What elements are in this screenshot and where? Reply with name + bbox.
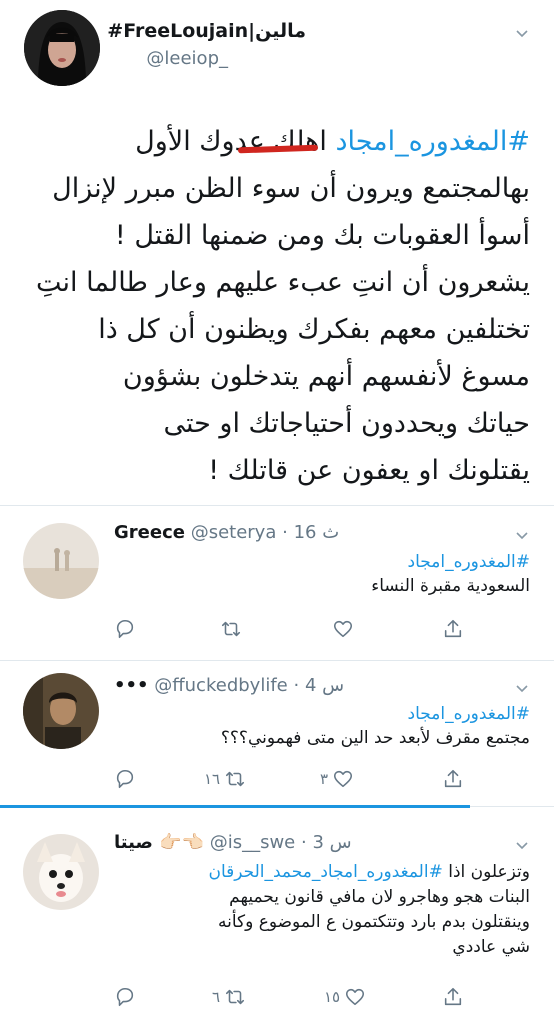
tweet-time[interactable]: 3 س	[312, 832, 351, 853]
like-count: ٣	[320, 770, 329, 788]
chevron-down-icon[interactable]	[516, 842, 528, 850]
avatar-image	[23, 673, 99, 749]
retweet-icon	[221, 621, 241, 637]
hashtag-link[interactable]: #المغدوره_امجاد	[408, 704, 530, 724]
tweet-line: يقتلونك او يعفون عن قاتلك !	[208, 455, 530, 486]
retweet-button[interactable]	[220, 618, 246, 640]
share-icon	[444, 987, 462, 1006]
share-icon	[444, 619, 462, 638]
like-button[interactable]: ١٥	[324, 986, 366, 1008]
reply-line: السعودية مقبرة النساء	[371, 576, 530, 596]
reply-line: شي عاددي	[452, 937, 530, 957]
reply-text: #المغدوره_امجاد السعودية مقبرة النساء	[130, 550, 530, 598]
share-button[interactable]	[442, 986, 464, 1008]
avatar-image	[24, 10, 100, 86]
author-display-name[interactable]: #FreeLoujain|مالين	[107, 20, 306, 42]
hashtag-link[interactable]: #المغدوره_امجاد_محمد_الحرقان	[208, 862, 442, 882]
author-handle[interactable]: @is__swe	[210, 832, 296, 853]
reply-header: ••• @ffuckedbylife · 4 س	[114, 675, 344, 696]
heart-icon	[333, 620, 353, 638]
separator-dot: ·	[300, 832, 307, 853]
chevron-down-icon[interactable]	[516, 685, 528, 693]
author-display-name[interactable]: Greece	[114, 522, 185, 543]
divider	[470, 806, 554, 807]
separator-dot: ·	[293, 675, 300, 696]
hashtag-link[interactable]: #المغدوره_امجاد	[335, 126, 530, 157]
separator-dot: ·	[282, 522, 288, 543]
action-bar: ١٦ ٣	[114, 768, 534, 794]
retweet-button[interactable]: ٦	[212, 986, 246, 1008]
avatar[interactable]	[23, 834, 99, 910]
avatar-image	[23, 523, 99, 599]
reply-text: وتزعلون اذا #المغدوره_امجاد_محمد_الحرقان…	[120, 860, 530, 960]
author-display-name[interactable]: صيتا 👉🏻👈🏻	[114, 832, 204, 853]
tweet-line: حياتك ويحددون أحتياجاتك او حتى	[163, 408, 531, 439]
like-button[interactable]: ٣	[320, 768, 354, 790]
reply-text: #المغدوره_امجاد مجتمع مقرف لأبعد حد الين…	[130, 702, 530, 750]
avatar-image	[23, 834, 99, 910]
tweet-line: #المغدوره_امجاد اهلك عدوك الأول	[20, 118, 530, 165]
author-handle[interactable]: @seterya	[191, 522, 277, 543]
reply-line: مجتمع مقرف لأبعد حد الين متى فهموني؟؟؟	[220, 728, 530, 748]
tweet-time[interactable]: 4 س	[305, 675, 344, 696]
share-button[interactable]	[442, 618, 464, 640]
author-display-name[interactable]: •••	[114, 675, 149, 696]
like-button[interactable]	[332, 618, 358, 640]
tweet-line: أسوأ العقوبات بك ومن ضمنها القتل !	[114, 220, 530, 251]
author-handle[interactable]: @leeiop_	[146, 48, 228, 69]
action-bar: ٦ ١٥	[114, 986, 534, 1012]
retweet-button[interactable]: ١٦	[204, 768, 246, 790]
tweet-line: مسوغ لأنفسهم أنهم يتدخلون بشؤون	[122, 361, 530, 392]
tweet-line: تختلفين معهم بفكرك ويظنون أن كل ذا	[98, 314, 530, 345]
hashtag-link[interactable]: #المغدوره_امجاد	[408, 552, 530, 572]
tweet-line: بهالمجتمع ويرون أن سوء الظن مبرر لإنزال	[52, 173, 530, 204]
reply-icon	[116, 769, 134, 789]
retweet-icon	[226, 771, 245, 787]
divider	[0, 505, 554, 506]
reply-icon	[116, 619, 134, 639]
retweet-count: ١٦	[204, 770, 221, 788]
heart-icon	[346, 988, 365, 1006]
avatar[interactable]	[23, 523, 99, 599]
reply-icon	[116, 987, 134, 1007]
thread-divider-blue	[0, 805, 470, 808]
author-handle[interactable]: @ffuckedbylife	[154, 675, 287, 696]
tweet-line: يشعرون أن انتِ عبء عليهم وعار طالما انتِ	[36, 267, 530, 298]
heart-icon	[334, 770, 353, 788]
like-count: ١٥	[324, 988, 341, 1006]
reply-button[interactable]	[114, 768, 140, 790]
share-icon	[444, 769, 462, 788]
reply-line: وينقتلون بدم بارد وتتكتمون ع الموضوع وكأ…	[217, 912, 530, 932]
chevron-down-icon[interactable]	[516, 30, 528, 38]
divider	[0, 660, 554, 661]
share-button[interactable]	[442, 768, 464, 790]
avatar[interactable]	[23, 673, 99, 749]
avatar[interactable]	[24, 10, 100, 86]
chevron-down-icon[interactable]	[516, 532, 528, 540]
reply-header: صيتا 👉🏻👈🏻 @is__swe · 3 س	[114, 832, 352, 853]
reply-button[interactable]	[114, 986, 140, 1008]
retweet-icon	[226, 989, 245, 1005]
tweet-text: #المغدوره_امجاد اهلك عدوك الأول بهالمجتم…	[20, 118, 530, 494]
action-bar	[114, 618, 534, 644]
reply-line-text: وتزعلون اذا	[448, 862, 530, 882]
tweet-time[interactable]: 16 ث	[294, 522, 340, 543]
reply-header: Greece @seterya · 16 ث	[114, 522, 339, 543]
reply-button[interactable]	[114, 618, 140, 640]
retweet-count: ٦	[212, 988, 221, 1006]
tweet-line-text: اهلك عدوك الأول	[135, 126, 327, 157]
reply-line: البنات هجو وهاجرو لان مافي قانون يحميهم	[229, 887, 530, 907]
